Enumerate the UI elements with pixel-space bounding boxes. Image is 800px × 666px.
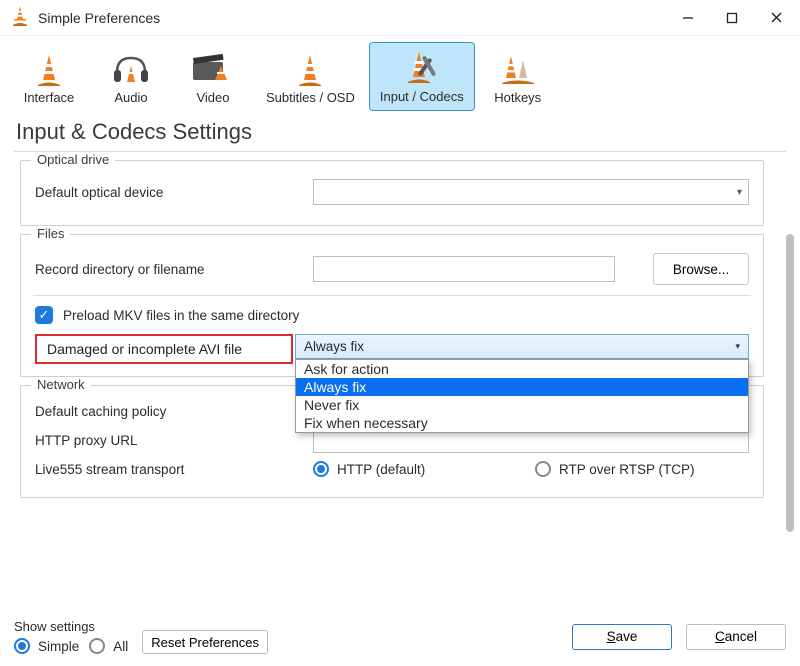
radio-show-simple[interactable]: Simple <box>14 638 79 654</box>
legend-files: Files <box>31 226 70 241</box>
minimize-button[interactable] <box>666 3 710 33</box>
fieldset-files: Files Record directory or filename Brows… <box>20 234 764 377</box>
maximize-button[interactable] <box>710 3 754 33</box>
fieldset-optical: Optical drive Default optical device ▾ <box>20 160 764 226</box>
cone-tools-icon <box>401 49 443 87</box>
label-caching-policy: Default caching policy <box>35 404 305 419</box>
radio-dot-on-icon <box>14 638 30 654</box>
input-record-dir[interactable] <box>313 256 615 282</box>
dropdown-damaged-avi: Ask for action Always fix Never fix Fix … <box>295 359 749 433</box>
label-preload-mkv: Preload MKV files in the same directory <box>63 308 299 323</box>
tab-interface[interactable]: Interface <box>10 42 88 111</box>
tab-video[interactable]: Video <box>174 42 252 111</box>
option-ask-for-action[interactable]: Ask for action <box>296 360 748 378</box>
legend-optical: Optical drive <box>31 152 115 167</box>
vlc-cone-icon <box>10 5 30 30</box>
divider <box>14 151 786 152</box>
category-tabs: Interface Audio Video Subtitles / OSD In… <box>0 36 800 111</box>
close-button[interactable] <box>754 3 798 33</box>
headphones-cone-icon <box>111 50 151 88</box>
scrollbar-thumb[interactable] <box>786 234 794 532</box>
label-damaged-avi: Damaged or incomplete AVI file <box>35 334 293 364</box>
titlebar: Simple Preferences <box>0 0 800 36</box>
cone-icon <box>31 50 67 88</box>
clapper-cone-icon <box>191 50 235 88</box>
legend-network: Network <box>31 377 91 392</box>
radio-dot-off-icon <box>535 461 551 477</box>
cancel-button[interactable]: Cancel <box>686 624 786 650</box>
option-fix-when-necessary[interactable]: Fix when necessary <box>296 414 748 432</box>
radio-show-all[interactable]: All <box>89 638 128 654</box>
chevron-down-icon: ▾ <box>735 341 740 352</box>
label-live555: Live555 stream transport <box>35 462 305 477</box>
checkbox-preload-mkv[interactable]: ✓ <box>35 306 53 324</box>
cone-shadow-icon <box>497 50 539 88</box>
bottom-bar: Show settings Simple All Reset Preferenc… <box>14 619 786 654</box>
radio-rtp-rtsp[interactable]: RTP over RTSP (TCP) <box>535 461 749 477</box>
label-show-settings: Show settings <box>14 619 128 634</box>
radio-http-default[interactable]: HTTP (default) <box>313 461 527 477</box>
checkbox-row-preload-mkv[interactable]: ✓ Preload MKV files in the same director… <box>35 306 749 324</box>
save-button[interactable]: Save <box>572 624 672 650</box>
tab-audio[interactable]: Audio <box>92 42 170 111</box>
tab-input-codecs[interactable]: Input / Codecs <box>369 42 475 111</box>
cone-icon <box>292 50 328 88</box>
option-always-fix[interactable]: Always fix <box>296 378 748 396</box>
option-never-fix[interactable]: Never fix <box>296 396 748 414</box>
select-default-optical[interactable]: ▾ <box>313 179 749 205</box>
content-area: Optical drive Default optical device ▾ F… <box>0 160 800 600</box>
browse-button[interactable]: Browse... <box>653 253 749 285</box>
select-damaged-avi[interactable]: Always fix ▾ <box>295 334 749 359</box>
label-default-optical: Default optical device <box>35 185 305 200</box>
show-settings-group: Show settings Simple All <box>14 619 128 654</box>
reset-preferences-button[interactable]: Reset Preferences <box>142 630 268 654</box>
window-title: Simple Preferences <box>38 10 666 26</box>
chevron-down-icon: ▾ <box>737 187 742 198</box>
radio-dot-on-icon <box>313 461 329 477</box>
radio-dot-off-icon <box>89 638 105 654</box>
tab-subtitles[interactable]: Subtitles / OSD <box>256 42 365 111</box>
label-record-dir: Record directory or filename <box>35 262 305 277</box>
label-proxy-url: HTTP proxy URL <box>35 433 305 448</box>
tab-hotkeys[interactable]: Hotkeys <box>479 42 557 111</box>
page-title: Input & Codecs Settings <box>0 111 800 151</box>
divider <box>33 295 751 296</box>
